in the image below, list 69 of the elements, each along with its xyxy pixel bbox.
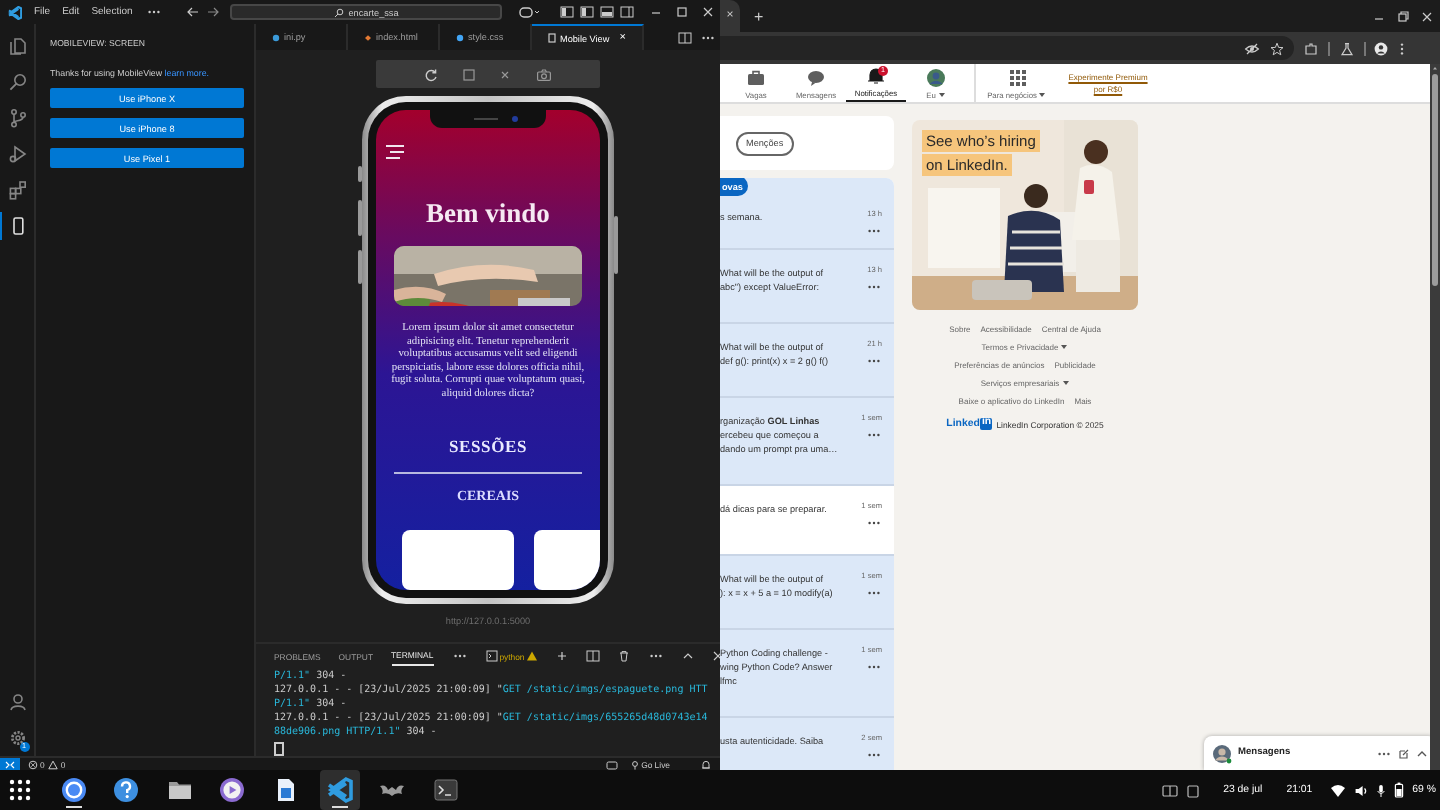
warning-icon (526, 650, 539, 662)
more-icon[interactable] (451, 652, 468, 660)
more-icon[interactable] (866, 752, 882, 758)
section-title: SESSÕES (449, 436, 527, 457)
chevron-up-icon[interactable] (1416, 747, 1428, 759)
terminal-icon (485, 650, 498, 662)
remote-button[interactable] (0, 757, 20, 770)
extensions-icon[interactable] (1304, 41, 1318, 55)
compose-icon[interactable] (1398, 747, 1410, 759)
settings-icon[interactable] (7, 728, 27, 748)
code-editor-icon[interactable] (319, 770, 360, 810)
page-heading: Bem vindo (426, 198, 550, 230)
close-icon[interactable] (702, 6, 714, 18)
menu-icon[interactable] (384, 144, 406, 160)
volume-icon[interactable] (1354, 783, 1369, 797)
more-icon[interactable] (700, 33, 716, 41)
close-icon[interactable] (1420, 9, 1434, 23)
more-icon[interactable] (648, 652, 665, 660)
vscode-logo-icon (8, 5, 22, 19)
file-type-icon (454, 31, 466, 43)
more-icon[interactable] (866, 432, 882, 438)
broadcast-icon (629, 759, 640, 769)
more-icon[interactable] (866, 228, 882, 234)
window-icon[interactable] (1161, 783, 1178, 797)
panel-toggle-icon[interactable] (600, 6, 614, 18)
split-editor-icon[interactable] (678, 31, 692, 43)
file-type-icon (362, 31, 374, 43)
more-icon[interactable] (866, 520, 882, 526)
chat-icon (806, 67, 826, 87)
scrollbar[interactable] (1430, 64, 1440, 770)
more-icon[interactable] (146, 8, 163, 16)
camera-icon[interactable] (536, 67, 553, 81)
trash-icon[interactable] (618, 650, 631, 662)
clipboard-icon[interactable] (1185, 783, 1200, 797)
forward-arrow-icon[interactable] (206, 6, 221, 18)
microphone-icon[interactable] (1376, 783, 1387, 797)
layout-icon[interactable] (560, 6, 574, 18)
more-icon[interactable] (866, 284, 882, 290)
more-icon[interactable] (1376, 749, 1392, 757)
eye-slash-icon[interactable] (1244, 41, 1260, 55)
avatar-icon (926, 67, 946, 87)
briefcase-icon (746, 67, 766, 87)
minimize-icon[interactable] (650, 6, 662, 18)
refresh-icon[interactable] (423, 67, 438, 81)
menu-icon[interactable] (1398, 41, 1406, 55)
apps-grid-icon (1007, 67, 1027, 87)
wifi-icon[interactable] (1330, 783, 1347, 797)
sidebar-toggle-icon[interactable] (620, 6, 634, 18)
battery-icon[interactable] (1394, 782, 1405, 798)
back-arrow-icon[interactable] (186, 6, 201, 18)
star-icon[interactable] (1270, 41, 1284, 55)
split-icon[interactable] (586, 650, 601, 662)
warning-icon (48, 759, 59, 769)
file-type-icon (270, 31, 282, 43)
error-icon (28, 759, 38, 769)
profile-icon[interactable] (1374, 41, 1388, 55)
maximize-icon[interactable] (676, 6, 688, 18)
add-icon[interactable] (556, 650, 569, 662)
search-icon (334, 7, 345, 17)
flask-icon[interactable] (1339, 41, 1353, 55)
avatar-icon (1212, 743, 1232, 763)
sidebar-toggle-icon[interactable] (580, 6, 594, 18)
more-icon[interactable] (866, 664, 882, 670)
account-icon[interactable] (7, 692, 27, 712)
more-icon[interactable] (866, 358, 882, 364)
restore-icon[interactable] (1396, 9, 1410, 23)
more-icon[interactable] (866, 590, 882, 596)
new-tab-button[interactable]: + (754, 7, 764, 25)
file-type-icon (546, 32, 558, 44)
